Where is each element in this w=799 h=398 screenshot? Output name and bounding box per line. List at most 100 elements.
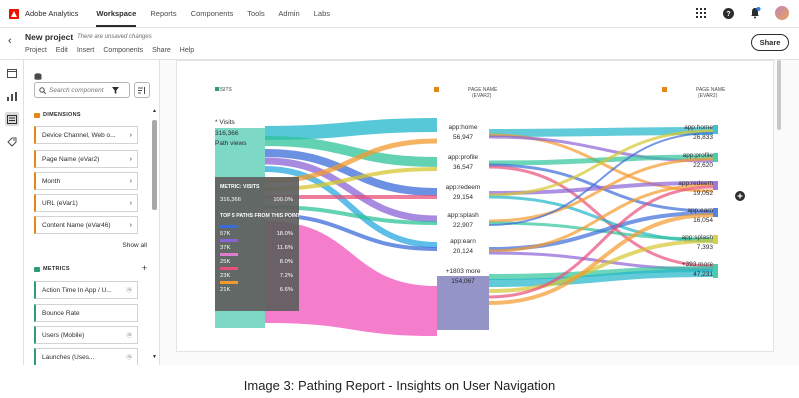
panels-icon[interactable] [5,66,19,80]
metric-item[interactable]: Users (Mobile) ⓜ [34,326,138,344]
nav-components[interactable]: Components [191,9,234,18]
nav-workspace[interactable]: Workspace [96,9,137,27]
dimension-item[interactable]: Content Name (eVar46) › [34,216,138,234]
right-node-value: 7,393 [697,244,714,251]
app-name[interactable]: Adobe Analytics [25,9,78,18]
filter-funnel-icon[interactable] [112,86,119,94]
chevron-right-icon[interactable]: › [130,178,132,185]
top-navigation-bar: Adobe Analytics Workspace Reports Compon… [0,0,799,28]
right-node-bar[interactable] [713,208,718,217]
menu-components[interactable]: Components [103,47,143,54]
flow-visualization-card: VISITS PAGE NAME (EVAR2) PAGE NAME (EVAR… [176,60,774,352]
tooltip-path-pct: 8.0% [280,259,293,265]
notifications-bell-icon[interactable] [748,6,762,20]
components-panel: DIMENSIONS Device Channel, Web o... › Pag… [24,60,160,365]
dimension-icon [662,87,667,92]
top-right-icons: ? [694,6,789,20]
menu-share[interactable]: Share [152,47,171,54]
tooltip-path-pct: 6.6% [280,287,293,293]
adobe-logo-icon[interactable] [9,8,19,19]
nav-labs[interactable]: Labs [314,9,330,18]
dimension-folder-icon [34,112,40,118]
app-switcher-grid-icon[interactable] [694,6,708,20]
user-avatar[interactable] [775,6,789,20]
flow-link[interactable] [488,132,714,226]
main-nav: Workspace Reports Components Tools Admin… [96,9,342,27]
dimension-item-label: Page Name (eVar2) [42,155,100,163]
tooltip-path-pct: 11.6% [277,245,293,251]
right-node-label: app:profile [683,152,714,159]
column-headers: VISITS PAGE NAME (EVAR2) PAGE NAME (EVAR… [215,87,726,99]
project-menu: Project Edit Insert Components Share Hel… [25,47,194,54]
dimension-item[interactable]: Month › [34,172,138,190]
scroll-up-arrow-icon[interactable]: ▲ [152,108,157,114]
svg-text:?: ? [726,11,730,18]
scroll-down-arrow-icon[interactable]: ▼ [152,354,157,360]
dimension-item-label: Device Channel, Web o... [42,131,116,139]
right-nodes: app:home 26,833 app:profile 22,620 app:redee… [678,124,713,278]
components-icon[interactable] [4,112,19,126]
right-node-value: 19,052 [693,190,713,197]
search-input-wrapper [34,82,130,98]
nav-reports[interactable]: Reports [150,9,176,18]
tooltip-path-swatch [220,253,238,256]
visualizations-bar-icon[interactable] [5,89,19,103]
right-node-label: app:earn [687,207,713,214]
help-icon[interactable]: ? [721,6,735,20]
project-bar: ‹ New project There are unsaved changes … [0,28,799,60]
tooltip-path-value: 57K [220,231,230,237]
flow-diagram: VISITS PAGE NAME (EVAR2) PAGE NAME (EVAR… [215,87,745,336]
menu-edit[interactable]: Edit [56,47,68,54]
chevron-right-icon[interactable]: › [130,156,132,163]
col2-header-line2: (EVAR2) [472,93,492,99]
project-title[interactable]: New project [25,32,73,42]
tooltip-path-swatch [220,267,238,270]
mid-node-label: app:earn [450,238,476,245]
mid-node-value: 36,547 [453,164,473,171]
chevron-right-icon[interactable]: › [130,200,132,207]
canvas-scrollbar[interactable] [777,60,781,130]
menu-insert[interactable]: Insert [77,47,95,54]
chevron-right-icon[interactable]: › [130,132,132,139]
tooltip-path-pct: 18.0% [277,231,293,237]
sort-button[interactable] [134,82,150,98]
right-node-bar[interactable] [713,235,718,244]
dimension-item[interactable]: Device Channel, Web o... › [34,126,138,144]
tooltip-path-value: 23K [220,273,230,279]
right-node-bar[interactable] [713,125,718,134]
dimension-item[interactable]: Page Name (eVar2) › [34,150,138,168]
menu-help[interactable]: Help [180,47,194,54]
back-chevron-icon[interactable]: ‹ [8,35,12,47]
tooltip-metric-title: METRIC: VISITS [220,184,260,190]
metric-item[interactable]: Bounce Rate [34,304,138,322]
metric-info-icon[interactable]: ⓜ [126,286,132,294]
right-node-bar[interactable] [713,181,718,190]
component-search-input[interactable] [49,86,109,94]
metric-info-icon[interactable]: ⓜ [126,331,132,339]
panel-scrollbar[interactable] [152,120,157,210]
right-node-bar[interactable] [713,264,718,278]
mid-node-value: 20,124 [453,248,473,255]
nav-tools[interactable]: Tools [247,9,265,18]
dimension-item[interactable]: URL (eVar1) › [34,194,138,212]
right-node-label: +393 more [682,261,714,268]
dimensions-header: DIMENSIONS [34,112,81,118]
metric-info-icon[interactable]: ⓜ [126,353,132,361]
metric-item-label: Action Time In App / U... [42,286,112,294]
show-all-link[interactable]: Show all [122,242,147,249]
workspace-canvas: VISITS PAGE NAME (EVAR2) PAGE NAME (EVAR… [160,60,799,365]
mid-node-label: app:profile [448,154,479,161]
mid-node-value: 29,154 [453,194,473,201]
add-metric-plus-icon[interactable]: + [142,263,147,273]
add-step-button[interactable] [735,191,745,201]
share-button[interactable]: Share [751,34,789,51]
metric-item[interactable]: Action Time In App / U... ⓜ [34,281,138,299]
right-node-bar[interactable] [713,153,718,162]
metric-item[interactable]: Launches (Uses... ⓜ [34,348,138,365]
nav-admin[interactable]: Admin [278,9,299,18]
chevron-right-icon[interactable]: › [130,222,132,229]
tooltip: METRIC: VISITS 316,366 100.0% TOP 5 PATH… [215,177,301,311]
menu-project[interactable]: Project [25,47,47,54]
flow-link[interactable] [264,118,438,140]
tag-icon[interactable] [5,135,19,149]
